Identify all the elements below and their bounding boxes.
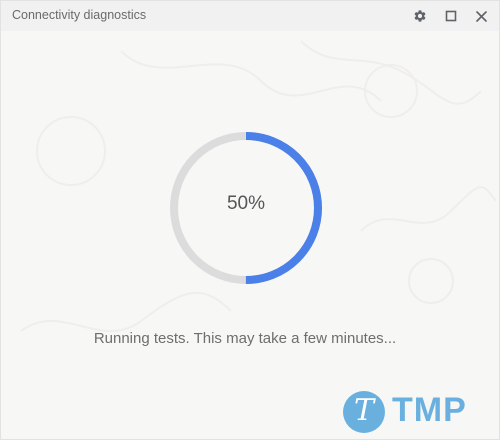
watermark-logo: T TMP — [343, 389, 493, 435]
settings-button[interactable] — [409, 5, 431, 27]
close-button[interactable] — [470, 5, 492, 27]
gear-icon — [414, 10, 426, 22]
maximize-button[interactable] — [440, 5, 462, 27]
diagnostics-content: 50% Running tests. This may take a few m… — [1, 31, 499, 439]
close-icon — [475, 10, 487, 22]
maximize-icon — [445, 10, 457, 22]
watermark-text: TMP — [392, 391, 467, 429]
window-title: Connectivity diagnostics — [12, 8, 147, 22]
watermark-circle: T — [343, 391, 385, 433]
watermark-letter: T — [353, 393, 374, 428]
status-message: Running tests. This may take a few minut… — [93, 330, 397, 347]
title-bar[interactable]: Connectivity diagnostics — [1, 1, 499, 31]
connectivity-diagnostics-window: Connectivity diagnostics 50% Running tes… — [0, 0, 500, 440]
progress-percent: 50% — [226, 193, 266, 214]
